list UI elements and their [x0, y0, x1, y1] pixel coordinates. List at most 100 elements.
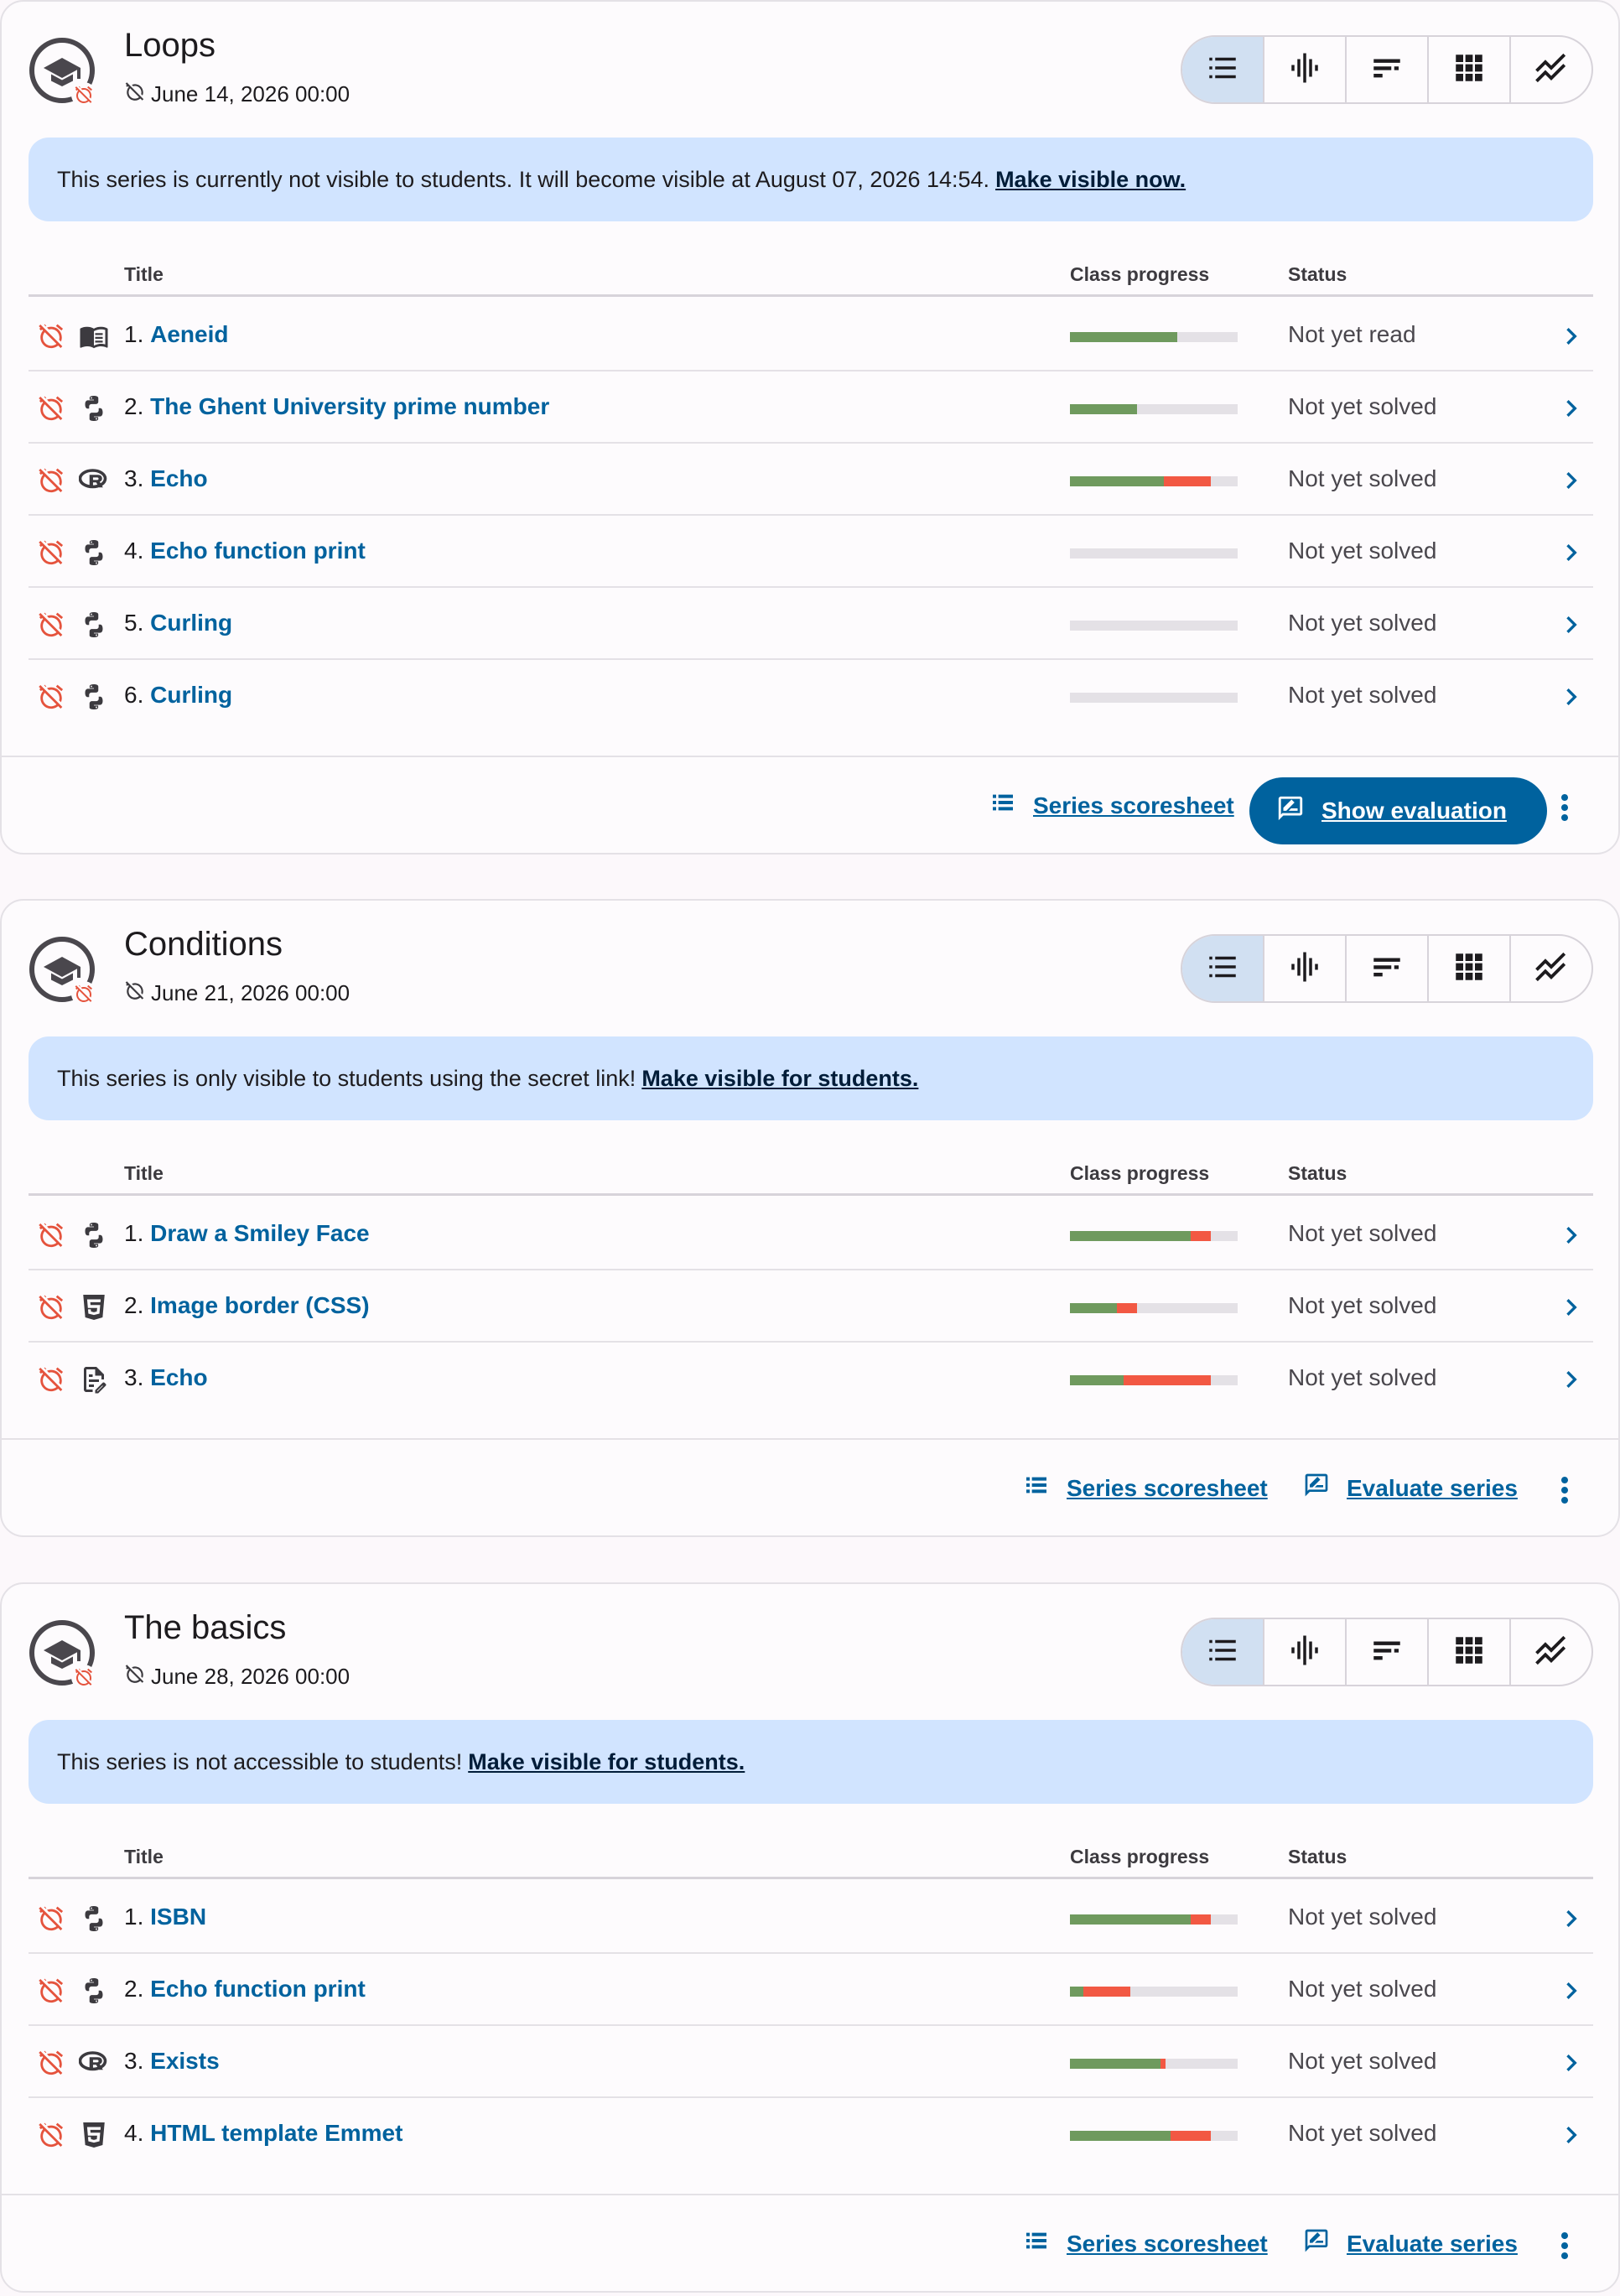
- activity-link[interactable]: Exists: [150, 2048, 220, 2074]
- series-title[interactable]: Loops: [124, 27, 215, 65]
- scoresheet-label: Series scoresheet: [1067, 1474, 1268, 1501]
- chevron-right-icon[interactable]: [1555, 2046, 1588, 2080]
- activity-row[interactable]: 3. Echo Not yet solved: [29, 444, 1593, 516]
- view-mode-button[interactable]: [1345, 37, 1427, 102]
- activity-link[interactable]: Aeneid: [150, 321, 228, 347]
- activity-title: 3. Exists: [124, 2048, 220, 2075]
- progress-wrong-segment: [1171, 2131, 1211, 2141]
- view-mode-button[interactable]: [1345, 1619, 1427, 1685]
- class-progress-bar: [1070, 332, 1238, 342]
- view-mode-button[interactable]: [1427, 37, 1509, 102]
- activity-row[interactable]: 4. HTML template Emmet Not yet solved: [29, 2098, 1593, 2170]
- view-mode-button[interactable]: [1345, 936, 1427, 1001]
- class-progress-bar: [1070, 621, 1238, 631]
- activity-row[interactable]: 1. Aeneid Not yet read: [29, 299, 1593, 371]
- activity-row[interactable]: 2. Image border (CSS) Not yet solved: [29, 1270, 1593, 1343]
- chevron-right-icon[interactable]: [1555, 1974, 1588, 2008]
- activity-row[interactable]: 4. Echo function print Not yet solved: [29, 516, 1593, 588]
- class-progress-bar: [1070, 1987, 1238, 1997]
- progress-correct-segment: [1070, 476, 1164, 486]
- activity-link[interactable]: HTML template Emmet: [150, 2120, 402, 2146]
- chevron-right-icon[interactable]: [1555, 1363, 1588, 1396]
- more-vert-icon[interactable]: [1545, 787, 1585, 828]
- series-scoresheet-button[interactable]: Series scoresheet: [989, 789, 1234, 822]
- view-mode-button[interactable]: [1427, 936, 1509, 1001]
- activity-link[interactable]: Curling: [150, 682, 232, 708]
- chevron-right-icon[interactable]: [1555, 464, 1588, 497]
- series-scoresheet-button[interactable]: Series scoresheet: [1023, 1472, 1268, 1504]
- make-visible-link[interactable]: Make visible for students.: [468, 1749, 745, 1775]
- chevron-right-icon[interactable]: [1555, 1218, 1588, 1252]
- series-footer: Series scoresheet Evaluate series: [2, 1438, 1618, 1539]
- view-mode-button[interactable]: [1263, 37, 1345, 102]
- activity-title: 2. Image border (CSS): [124, 1292, 370, 1319]
- make-visible-link[interactable]: Make visible for students.: [641, 1066, 918, 1092]
- activity-number: 3.: [124, 1364, 144, 1390]
- activity-row[interactable]: 5. Curling Not yet solved: [29, 588, 1593, 660]
- activity-link[interactable]: The Ghent University prime number: [150, 393, 549, 419]
- activity-row[interactable]: 1. Draw a Smiley Face Not yet solved: [29, 1198, 1593, 1270]
- activity-link[interactable]: Echo function print: [150, 538, 366, 564]
- activity-row[interactable]: 2. Echo function print Not yet solved: [29, 1954, 1593, 2026]
- activity-title: 1. ISBN: [124, 1904, 206, 1930]
- activity-row[interactable]: 3. Echo Not yet solved: [29, 1343, 1593, 1415]
- more-vert-icon[interactable]: [1545, 2226, 1585, 2266]
- notice-text: This series is only visible to students …: [57, 1065, 636, 1091]
- activity-title: 4. HTML template Emmet: [124, 2120, 402, 2147]
- chevron-right-icon[interactable]: [1555, 319, 1588, 353]
- make-visible-link[interactable]: Make visible now.: [995, 167, 1186, 193]
- activity-link[interactable]: Echo: [150, 465, 207, 491]
- chevron-right-icon[interactable]: [1555, 608, 1588, 642]
- activity-link[interactable]: Draw a Smiley Face: [150, 1220, 369, 1246]
- view-mode-button[interactable]: [1509, 37, 1591, 102]
- chevron-right-icon[interactable]: [1555, 1902, 1588, 1935]
- activity-row[interactable]: 2. The Ghent University prime number Not …: [29, 371, 1593, 444]
- evaluate-series-button[interactable]: Evaluate series: [1303, 2227, 1518, 2260]
- activity-title: 6. Curling: [124, 682, 232, 709]
- progress-correct-segment: [1070, 1987, 1083, 1997]
- view-mode-button[interactable]: [1427, 1619, 1509, 1685]
- view-mode-button[interactable]: [1182, 936, 1263, 1001]
- activity-row[interactable]: 6. Curling Not yet solved: [29, 660, 1593, 732]
- view-mode-button[interactable]: [1263, 936, 1345, 1001]
- python-icon: [79, 538, 109, 568]
- chevron-right-icon[interactable]: [1555, 536, 1588, 569]
- view-mode-button[interactable]: [1509, 1619, 1591, 1685]
- activity-number: 1.: [124, 1904, 144, 1930]
- activity-number: 5.: [124, 610, 144, 636]
- show-evaluation-button[interactable]: Show evaluation: [1249, 777, 1547, 844]
- series-footer: Series scoresheet Evaluate series: [2, 2194, 1618, 2294]
- chevron-right-icon[interactable]: [1555, 680, 1588, 714]
- view-mode-button[interactable]: [1263, 1619, 1345, 1685]
- class-progress-bar: [1070, 548, 1238, 558]
- view-mode-button[interactable]: [1182, 37, 1263, 102]
- series-scoresheet-button[interactable]: Series scoresheet: [1023, 2227, 1268, 2260]
- view-mode-button[interactable]: [1182, 1619, 1263, 1685]
- evaluate-label: Evaluate series: [1347, 1474, 1518, 1501]
- chevron-right-icon[interactable]: [1555, 2118, 1588, 2152]
- view-mode-button[interactable]: [1509, 936, 1591, 1001]
- evaluate-series-button[interactable]: Evaluate series: [1303, 1472, 1518, 1504]
- more-vert-icon[interactable]: [1545, 1470, 1585, 1510]
- list-icon: [1205, 50, 1240, 90]
- activity-link[interactable]: Echo: [150, 1364, 207, 1390]
- activity-row[interactable]: 1. ISBN Not yet solved: [29, 1882, 1593, 1954]
- alarm-off-icon: [124, 1663, 146, 1691]
- activity-link[interactable]: Curling: [150, 610, 232, 636]
- visibility-notice: This series is currently not visible to …: [29, 138, 1593, 221]
- progress-wrong-segment: [1160, 2059, 1166, 2069]
- activity-number: 6.: [124, 682, 144, 708]
- activity-status: Not yet solved: [1288, 1292, 1437, 1318]
- column-title: Title: [124, 1846, 164, 1867]
- activity-title: 5. Curling: [124, 610, 232, 636]
- series-title[interactable]: The basics: [124, 1609, 286, 1647]
- series-title[interactable]: Conditions: [124, 926, 283, 964]
- activity-link[interactable]: Image border (CSS): [150, 1292, 369, 1318]
- activity-link[interactable]: ISBN: [150, 1904, 206, 1930]
- notice-text: This series is currently not visible to …: [57, 166, 990, 192]
- chevron-right-icon[interactable]: [1555, 392, 1588, 425]
- activity-link[interactable]: Echo function print: [150, 1976, 366, 2002]
- activity-row[interactable]: 3. Exists Not yet solved: [29, 2026, 1593, 2098]
- class-progress-bar: [1070, 1914, 1238, 1925]
- chevron-right-icon[interactable]: [1555, 1291, 1588, 1324]
